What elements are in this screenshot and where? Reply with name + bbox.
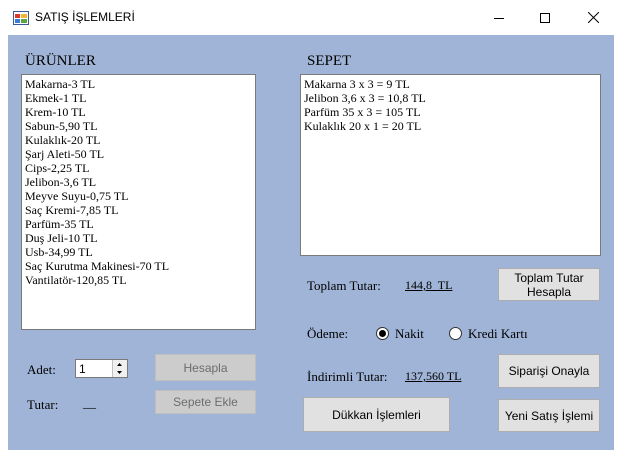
urunler-list-item[interactable]: Usb-34,99 TL — [25, 245, 252, 259]
urunler-list-item[interactable]: Cips-2,25 TL — [25, 161, 252, 175]
close-button[interactable] — [570, 0, 616, 35]
urunler-list-item[interactable]: Krem-10 TL — [25, 105, 252, 119]
kredi-karti-label[interactable]: Kredi Kartı — [468, 326, 528, 342]
toplam-tutar-hesapla-line1: Toplam Tutar — [514, 270, 584, 285]
window-edge-left — [0, 35, 8, 450]
title-bar: SATIŞ İŞLEMLERİ — [0, 0, 622, 35]
urunler-listbox[interactable]: Makarna-3 TL Ekmek-1 TL Krem-10 TL Sabun-5,… — [21, 74, 256, 330]
urunler-list-item[interactable]: Sabun-5,90 TL — [25, 119, 252, 133]
app-window: SATIŞ İŞLEMLERİ ÜRÜNLER Makarna-3 TL Ekme… — [0, 0, 622, 450]
maximize-button[interactable] — [522, 0, 568, 35]
window-edge-right — [614, 35, 622, 450]
adet-label: Adet: — [27, 362, 56, 377]
dukkan-islemleri-button[interactable]: Dükkan İşlemleri — [303, 397, 450, 432]
urunler-list-item[interactable]: Ekmek-1 TL — [25, 91, 252, 105]
minimize-icon — [494, 17, 504, 19]
tutar-label: Tutar: — [27, 397, 59, 412]
yeni-satis-islemi-button[interactable]: Yeni Satış İşlemi — [498, 399, 600, 432]
toplam-tutar-value: 144,8 TL — [405, 278, 453, 292]
urunler-list-item[interactable]: Makarna-3 TL — [25, 77, 252, 91]
tutar-value: __ — [83, 395, 96, 410]
window-title: SATIŞ İŞLEMLERİ — [35, 10, 135, 24]
sepete-ekle-button[interactable]: Sepete Ekle — [155, 390, 256, 414]
urunler-list-item[interactable]: Şarj Aleti-50 TL — [25, 147, 252, 161]
app-window-icon — [13, 11, 29, 25]
minimize-button[interactable] — [476, 0, 522, 35]
toplam-tutar-label: Toplam Tutar: — [307, 278, 381, 293]
urunler-list-item[interactable]: Kulaklık-20 TL — [25, 133, 252, 147]
indirimli-tutar-label: İndirimli Tutar: — [307, 369, 388, 384]
sepet-list-item[interactable]: Makarna 3 x 3 = 9 TL — [304, 77, 597, 91]
urunler-list-item[interactable]: Parfüm-35 TL — [25, 217, 252, 231]
close-icon — [587, 12, 599, 23]
spin-up-icon[interactable] — [113, 360, 126, 368]
sepet-list-item[interactable]: Kulaklık 20 x 1 = 20 TL — [304, 119, 597, 133]
urunler-list-item[interactable]: Meyve Suyu-0,75 TL — [25, 189, 252, 203]
adet-spin-buttons — [112, 360, 127, 377]
toplam-tutar-hesapla-button[interactable]: Toplam Tutar Hesapla — [498, 268, 600, 301]
hesapla-button[interactable]: Hesapla — [155, 354, 256, 381]
sepet-title: SEPET — [307, 53, 352, 69]
kredi-karti-radio[interactable] — [449, 327, 462, 340]
urunler-list-item[interactable]: Jelibon-3,6 TL — [25, 175, 252, 189]
sepet-listbox[interactable]: Makarna 3 x 3 = 9 TL Jelibon 3,6 x 3 = 10… — [300, 74, 601, 256]
siparisi-onayla-button[interactable]: Siparişi Onayla — [498, 354, 600, 388]
toplam-tutar-hesapla-line2: Hesapla — [526, 284, 572, 299]
odeme-label: Ödeme: — [307, 326, 349, 341]
urunler-title: ÜRÜNLER — [25, 53, 96, 69]
adet-value: 1 — [79, 362, 86, 376]
maximize-icon — [540, 12, 550, 23]
urunler-list-item[interactable]: Saç Kremi-7,85 TL — [25, 203, 252, 217]
sepet-list-item[interactable]: Parfüm 35 x 3 = 105 TL — [304, 105, 597, 119]
urunler-list-item[interactable]: Vantilatör-120,85 TL — [25, 273, 252, 287]
nakit-radio[interactable] — [376, 327, 389, 340]
urunler-list-item[interactable]: Duş Jeli-10 TL — [25, 231, 252, 245]
sepet-list-item[interactable]: Jelibon 3,6 x 3 = 10,8 TL — [304, 91, 597, 105]
adet-stepper[interactable]: 1 — [75, 359, 128, 378]
nakit-radio-dot — [379, 330, 386, 337]
urunler-list-item[interactable]: Saç Kurutma Makinesi-70 TL — [25, 259, 252, 273]
spin-down-icon[interactable] — [113, 369, 126, 377]
indirimli-tutar-value: 137,560 TL — [405, 369, 462, 383]
nakit-label[interactable]: Nakit — [395, 326, 424, 342]
